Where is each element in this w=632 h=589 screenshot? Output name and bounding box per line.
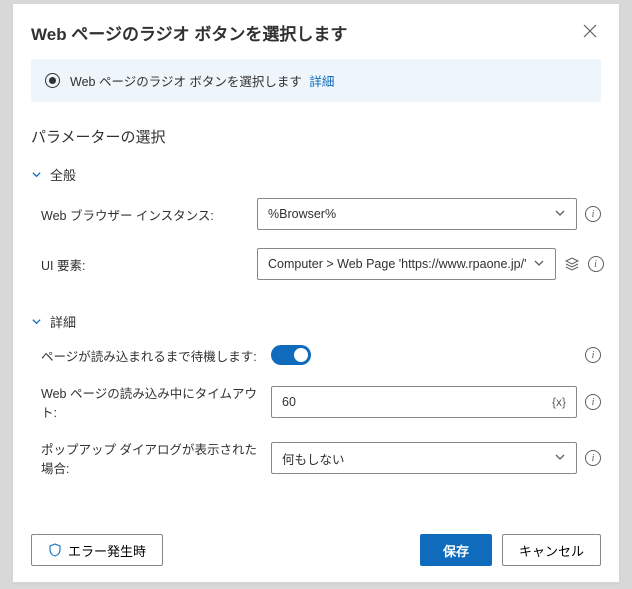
popup-value: 何もしない (282, 449, 345, 468)
shield-icon (48, 543, 62, 557)
info-icon[interactable]: i (585, 206, 601, 222)
chevron-down-icon (554, 451, 566, 466)
close-button[interactable] (579, 20, 601, 45)
wait-load-label: ページが読み込まれるまで待機します: (31, 346, 261, 365)
action-dialog: Web ページのラジオ ボタンを選択します Web ページのラジオ ボタンを選択… (12, 3, 620, 583)
save-button[interactable]: 保存 (420, 534, 492, 566)
params-section-title: パラメーターの選択 (31, 126, 601, 147)
row-timeout: Web ページの読み込み中にタイムアウト: 60 {x} i (31, 383, 601, 421)
chevron-down-icon (31, 316, 42, 327)
chevron-down-icon (31, 169, 42, 180)
ui-element-label: UI 要素: (31, 255, 247, 274)
info-icon[interactable]: i (585, 394, 601, 410)
advanced-section-header[interactable]: 詳細 (31, 312, 601, 331)
general-section-header[interactable]: 全般 (31, 165, 601, 184)
save-label: 保存 (443, 541, 469, 560)
browser-instance-value: %Browser% (268, 207, 336, 221)
info-banner: Web ページのラジオ ボタンを選択します 詳細 (31, 59, 601, 102)
timeout-input[interactable]: 60 {x} (271, 386, 577, 418)
details-link[interactable]: 詳細 (309, 75, 334, 89)
banner-text: Web ページのラジオ ボタンを選択します 詳細 (70, 71, 334, 90)
cancel-label: キャンセル (519, 541, 584, 560)
popup-label: ポップアップ ダイアログが表示された場合: (31, 439, 261, 477)
layers-icon[interactable] (564, 256, 580, 272)
radio-icon (45, 73, 60, 88)
browser-instance-select[interactable]: %Browser% (257, 198, 577, 230)
browser-instance-label: Web ブラウザー インスタンス: (31, 205, 247, 224)
close-icon (583, 24, 597, 38)
cancel-button[interactable]: キャンセル (502, 534, 601, 566)
dialog-footer: エラー発生時 保存 キャンセル (13, 518, 619, 582)
info-icon[interactable]: i (585, 450, 601, 466)
popup-select[interactable]: 何もしない (271, 442, 577, 474)
timeout-value: 60 (282, 395, 296, 409)
general-label: 全般 (50, 165, 76, 184)
row-browser-instance: Web ブラウザー インスタンス: %Browser% i (31, 198, 601, 230)
banner-text-label: Web ページのラジオ ボタンを選択します (70, 75, 302, 89)
timeout-label: Web ページの読み込み中にタイムアウト: (31, 383, 261, 421)
dialog-title: Web ページのラジオ ボタンを選択します (31, 20, 347, 45)
on-error-label: エラー発生時 (68, 541, 146, 560)
wait-load-toggle[interactable] (271, 345, 311, 365)
advanced-label: 詳細 (50, 312, 76, 331)
row-ui-element: UI 要素: Computer > Web Page 'https://www.… (31, 248, 601, 280)
info-icon[interactable]: i (588, 256, 604, 272)
ui-element-select[interactable]: Computer > Web Page 'https://www.rpaone.… (257, 248, 556, 280)
on-error-button[interactable]: エラー発生時 (31, 534, 163, 566)
chevron-down-icon (533, 257, 545, 272)
titlebar: Web ページのラジオ ボタンを選択します (13, 4, 619, 59)
row-wait-load: ページが読み込まれるまで待機します: i (31, 345, 601, 365)
content-area: パラメーターの選択 全般 Web ブラウザー インスタンス: %Browser%… (13, 102, 619, 518)
info-icon[interactable]: i (585, 347, 601, 363)
row-popup: ポップアップ ダイアログが表示された場合: 何もしない i (31, 439, 601, 477)
ui-element-value: Computer > Web Page 'https://www.rpaone.… (268, 257, 527, 271)
variable-token[interactable]: {x} (552, 395, 566, 409)
chevron-down-icon (554, 207, 566, 222)
